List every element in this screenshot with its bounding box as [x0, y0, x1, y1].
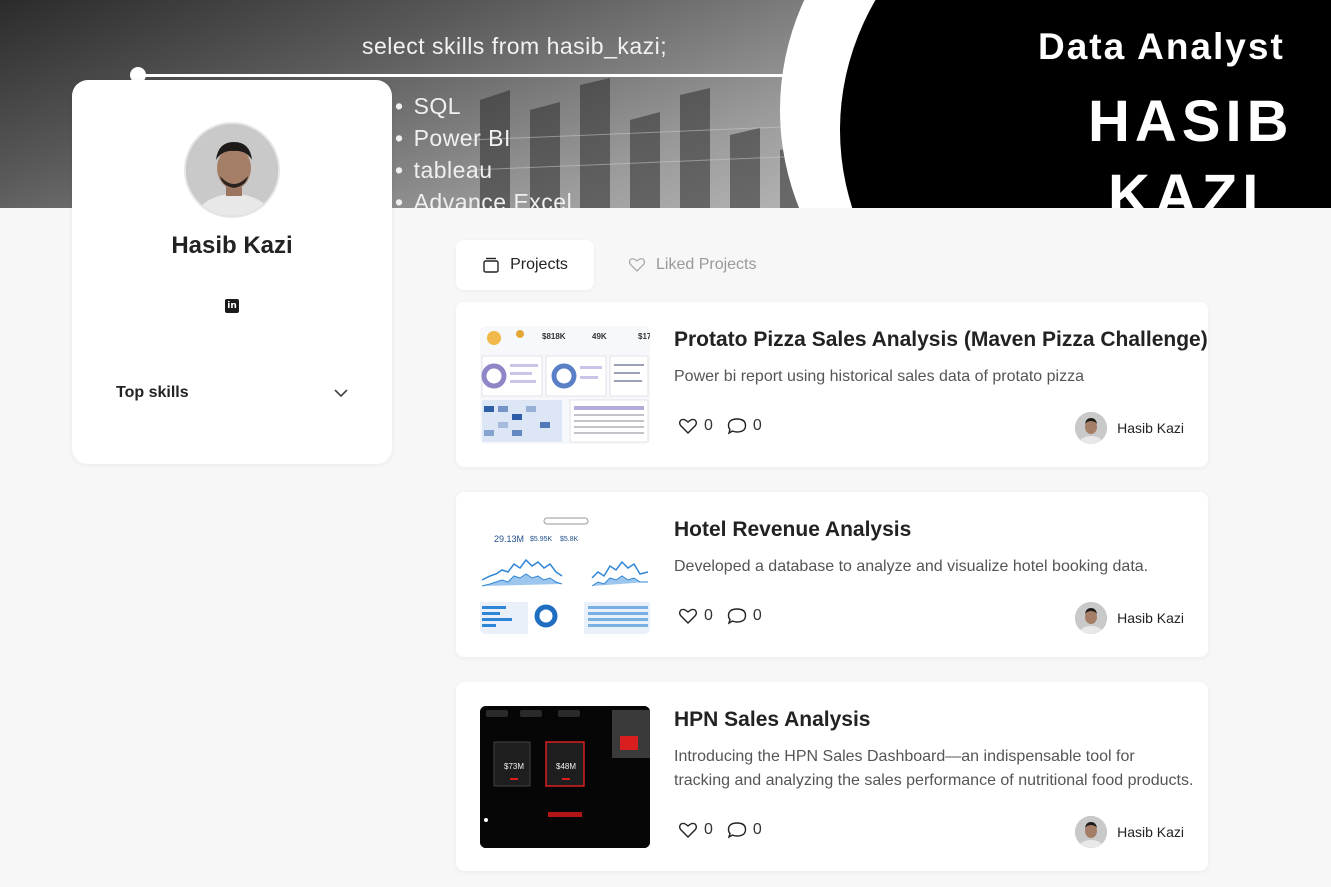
heart-icon — [678, 608, 698, 624]
thumbnail-kpi-2: 49K — [592, 332, 607, 341]
project-thumbnail[interactable]: 29.13M $5.95K $5.8K — [480, 516, 650, 634]
project-description: Power bi report using historical sales d… — [674, 368, 1084, 385]
comment-count: 0 — [752, 821, 762, 838]
banner-skill-item: Power BI — [395, 122, 572, 154]
project-card[interactable]: $73M $48M HPN Sales Analysis Introducing… — [456, 682, 1208, 871]
comment-icon — [727, 822, 747, 839]
project-stats: 0 0 — [678, 821, 776, 839]
banner-name-first: HASIB — [1088, 89, 1294, 154]
banner-role-title: Data Analyst — [1038, 26, 1285, 67]
project-title[interactable]: Protato Pizza Sales Analysis (Maven Pizz… — [674, 328, 1208, 352]
author-avatar — [1075, 602, 1108, 634]
heart-icon — [678, 822, 698, 838]
chevron-down-icon — [334, 389, 348, 398]
thumbnail-kpi-3: $5.8K — [560, 536, 579, 543]
linkedin-icon[interactable]: in — [225, 299, 239, 313]
profile-name: Hasib Kazi — [171, 232, 293, 259]
hpn-dashboard-thumbnail-image — [480, 706, 650, 848]
folder-icon — [483, 257, 499, 273]
thumbnail-kpi-1: 29.13M — [494, 534, 525, 544]
project-thumbnail[interactable]: $818K 49K $17 — [480, 326, 650, 444]
project-description: Introducing the HPN Sales Dashboard—an i… — [674, 748, 1194, 789]
like-button[interactable]: 0 — [678, 821, 713, 839]
person-photo-icon — [1075, 412, 1108, 444]
tab-projects-label: Projects — [510, 256, 568, 273]
comment-button[interactable]: 0 — [727, 607, 762, 625]
project-card[interactable]: 29.13M $5.95K $5.8K Hotel Revenue Analys… — [456, 492, 1208, 657]
thumbnail-kpi-2: $5.95K — [530, 536, 553, 543]
top-skills-label: Top skills — [116, 384, 189, 401]
like-count: 0 — [704, 607, 713, 624]
project-author[interactable]: Hasib Kazi — [1075, 816, 1184, 848]
like-button[interactable]: 0 — [678, 417, 713, 435]
project-author[interactable]: Hasib Kazi — [1075, 412, 1184, 444]
heart-icon — [678, 418, 698, 434]
comment-count: 0 — [752, 417, 762, 434]
project-author[interactable]: Hasib Kazi — [1075, 602, 1184, 634]
author-avatar — [1075, 412, 1108, 444]
author-avatar — [1075, 816, 1108, 848]
like-count: 0 — [704, 821, 713, 838]
comment-icon — [727, 418, 747, 435]
tab-liked-label: Liked Projects — [656, 256, 757, 273]
author-name: Hasib Kazi — [1117, 420, 1184, 436]
heart-icon — [628, 258, 646, 272]
top-skills-toggle[interactable]: Top skills — [116, 384, 348, 406]
banner-skill-item: Advance Excel — [395, 186, 572, 208]
banner-sql-query: select skills from hasib_kazi; — [362, 33, 668, 59]
like-count: 0 — [704, 417, 713, 434]
project-stats: 0 0 — [678, 417, 776, 435]
project-title[interactable]: HPN Sales Analysis — [674, 708, 871, 732]
thumbnail-kpi-3: $17 — [638, 332, 650, 341]
profile-card: Hasib Kazi in Top skills — [72, 80, 392, 464]
comment-icon — [727, 608, 747, 625]
project-stats: 0 0 — [678, 607, 776, 625]
banner-divider-line — [138, 74, 788, 77]
author-name: Hasib Kazi — [1117, 824, 1184, 840]
comment-count: 0 — [752, 607, 762, 624]
project-description: Developed a database to analyze and visu… — [674, 558, 1149, 575]
project-card[interactable]: $818K 49K $17 Protato Pizza Sales Analys… — [456, 302, 1208, 467]
banner-name-last: KAZI — [1108, 163, 1264, 208]
project-thumbnail[interactable]: $73M $48M — [480, 706, 650, 848]
comment-button[interactable]: 0 — [727, 417, 762, 435]
person-photo-icon — [1075, 602, 1108, 634]
tab-projects[interactable]: Projects — [456, 240, 594, 290]
project-title[interactable]: Hotel Revenue Analysis — [674, 518, 911, 542]
person-photo-icon — [186, 124, 278, 216]
like-button[interactable]: 0 — [678, 607, 713, 625]
banner-skill-item: tableau — [395, 154, 572, 186]
thumbnail-kpi-1: $818K — [542, 332, 566, 341]
banner-skills-list: SQL Power BI tableau Advance Excel — [395, 90, 572, 208]
comment-button[interactable]: 0 — [727, 821, 762, 839]
thumbnail-kpi-1: $73M — [504, 762, 525, 771]
pizza-dashboard-thumbnail-image — [480, 326, 650, 444]
banner-skill-item: SQL — [395, 90, 572, 122]
thumbnail-kpi-2: $48M — [556, 762, 577, 771]
author-name: Hasib Kazi — [1117, 610, 1184, 626]
profile-avatar[interactable] — [184, 122, 280, 218]
person-photo-icon — [1075, 816, 1108, 848]
tab-liked-projects[interactable]: Liked Projects — [628, 240, 778, 290]
